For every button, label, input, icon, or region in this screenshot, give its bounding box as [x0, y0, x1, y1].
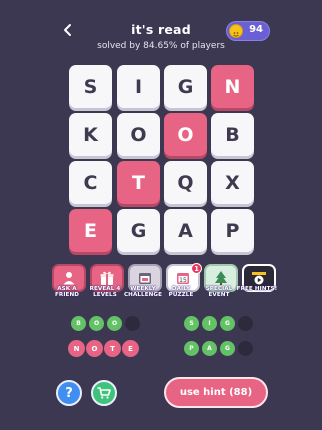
word-letter: O: [107, 316, 122, 331]
letter-tile[interactable]: N: [211, 65, 254, 108]
empty-letter-slot: [125, 316, 140, 331]
word-letter: S: [184, 316, 199, 331]
notification-badge: 1: [191, 263, 202, 274]
person-icon: [63, 272, 75, 285]
word-letter: G: [220, 316, 235, 331]
letter-tile[interactable]: P: [211, 209, 254, 252]
calendar-icon: [139, 273, 151, 284]
word-letter: B: [71, 316, 86, 331]
letter-tile[interactable]: S: [69, 65, 112, 108]
letter-tile[interactable]: C: [69, 161, 112, 204]
letter-tile[interactable]: T: [117, 161, 160, 204]
word-letter: O: [86, 340, 103, 357]
svg-text:15: 15: [179, 277, 187, 284]
word-letter: O: [89, 316, 104, 331]
word-letter: P: [184, 341, 199, 356]
word-letter: I: [202, 316, 217, 331]
coin-counter[interactable]: 94: [226, 21, 270, 41]
letter-tile[interactable]: G: [164, 65, 207, 108]
coin-count: 94: [249, 24, 263, 35]
letter-tile[interactable]: O: [164, 113, 207, 156]
help-button[interactable]: ?: [56, 380, 82, 406]
word-letter: T: [104, 340, 121, 357]
tool-label: FREE HINTS!: [236, 286, 278, 292]
gift-icon: [100, 271, 114, 285]
coin-icon: [229, 23, 243, 38]
letter-tile[interactable]: G: [117, 209, 160, 252]
shop-button[interactable]: [91, 380, 117, 406]
word-letter: E: [122, 340, 139, 357]
cart-icon: [97, 387, 111, 399]
word-letter: G: [220, 341, 235, 356]
letter-tile[interactable]: Q: [164, 161, 207, 204]
empty-letter-slot: [238, 341, 253, 356]
letter-tile[interactable]: O: [117, 113, 160, 156]
letter-tile[interactable]: B: [211, 113, 254, 156]
empty-letter-slot: [238, 316, 253, 331]
use-hint-button[interactable]: use hint (88): [164, 377, 268, 408]
letter-tile[interactable]: X: [211, 161, 254, 204]
word-letter: A: [202, 341, 217, 356]
letter-tile[interactable]: A: [164, 209, 207, 252]
word-letter: N: [68, 340, 85, 357]
solved-stat: solved by 84.65% of players: [97, 41, 225, 51]
video-icon: [252, 272, 266, 285]
letter-tile[interactable]: K: [69, 113, 112, 156]
letter-tile[interactable]: I: [117, 65, 160, 108]
puzzle-title: it's read: [131, 22, 191, 37]
letter-tile[interactable]: E: [69, 209, 112, 252]
daily-calendar-icon: 15: [177, 273, 189, 284]
tree-icon: [215, 271, 227, 285]
